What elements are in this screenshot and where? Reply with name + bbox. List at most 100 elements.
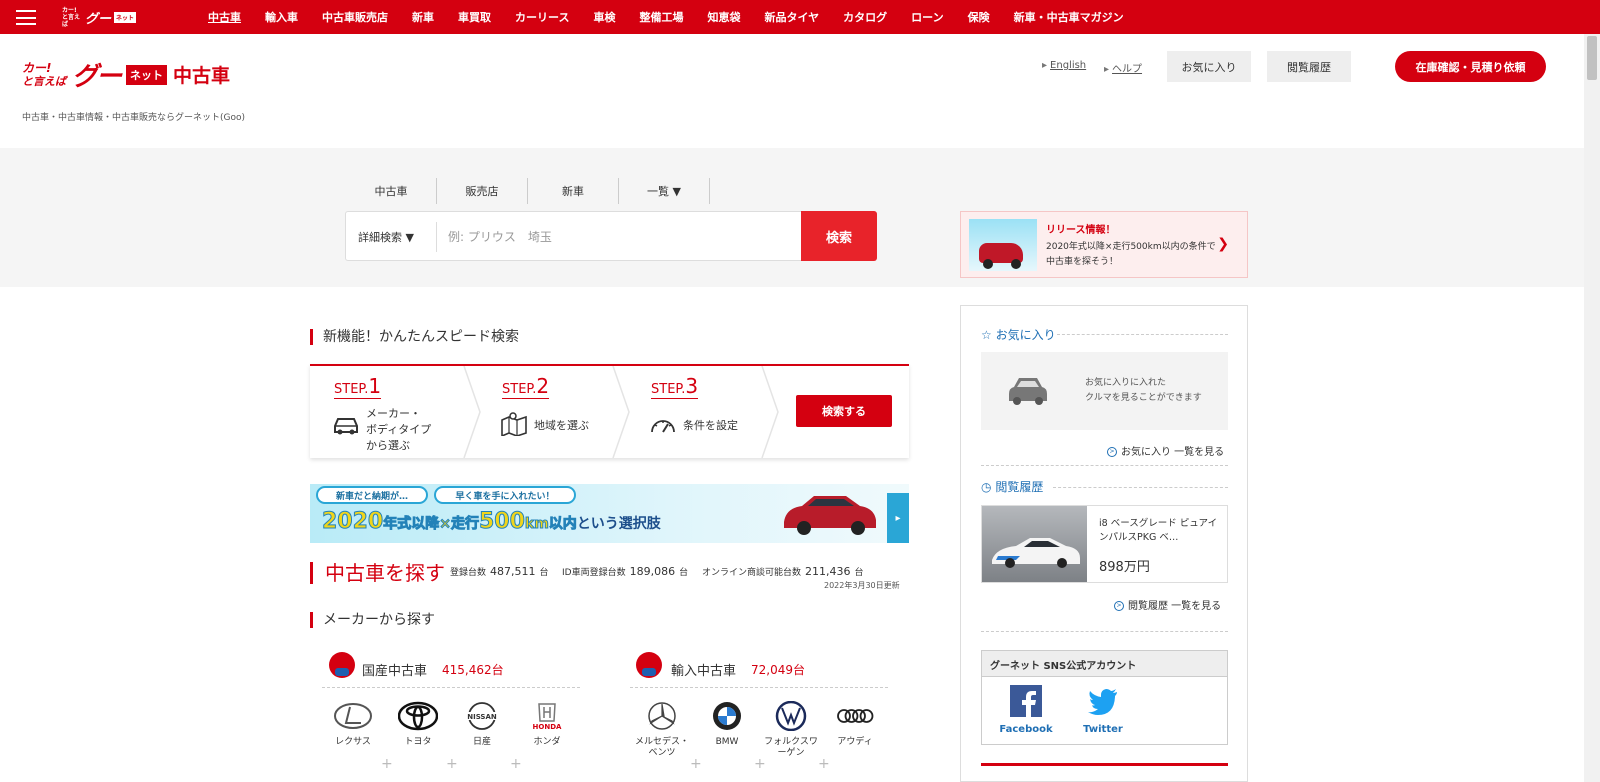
release-car-wheel-front [983,259,993,269]
scrollbar-thumb[interactable] [1587,36,1597,80]
mercedes-logo-icon [648,702,676,730]
step-2-text: 地域を選ぶ [534,419,589,432]
detail-search-dropdown[interactable]: 詳細検索 ▼ [358,229,414,245]
nav-link-import[interactable]: 輸入車 [265,9,298,25]
sns-accounts-box: グーネット SNS公式アカウント Facebook Twitter [981,650,1228,745]
facebook-label: Facebook [999,724,1053,735]
history-button[interactable]: 閲覧履歴 [1267,51,1351,82]
twitter-link[interactable]: Twitter [1073,685,1133,735]
sidebar-divider [981,465,1228,466]
domestic-title[interactable]: 国産中古車 [362,660,427,679]
tab-dealers[interactable]: 販売店 [437,178,528,204]
brand-lexus[interactable]: レクサス [323,701,383,748]
history-item-name: i8 ベースグレード ピュアインパルスPKG ベ… [1099,518,1218,543]
logo-goo: グー [72,62,122,92]
map-icon [501,412,527,436]
brand-audi-name: アウディ [837,737,873,747]
nav-link-used-car[interactable]: 中古車 [208,9,241,25]
search-input[interactable] [448,224,788,250]
tab-list-dropdown[interactable]: 一覧 ▼ [619,178,710,204]
brand-toyota[interactable]: トヨタ [388,701,448,748]
toyota-logo-icon [398,701,438,731]
speed-search-button[interactable]: 検索する [796,395,892,427]
fav-msg-line-1: お気に入りに入れた [1085,378,1167,388]
nav-link-garage[interactable]: 整備工場 [639,9,683,25]
nav-link-new-car[interactable]: 新車 [412,9,434,25]
honda-logo-icon: HONDA [533,703,562,731]
banner-arrow-icon: ▸ [887,493,909,543]
import-title[interactable]: 輸入中古車 [671,660,736,679]
nav-link-inspection[interactable]: 車検 [593,9,615,25]
sidebar-history-heading[interactable]: ◷ 閲覧履歴 [981,478,1043,495]
favorites-more-link[interactable]: > お気に入り 一覧を見る [1107,443,1224,458]
nav-link-catalog[interactable]: カタログ [843,9,887,25]
chevron-right-circle-icon: > [1114,601,1124,611]
favorites-button[interactable]: お気に入り [1167,51,1251,82]
step-3-label: STEP.3 [651,374,699,399]
help-link[interactable]: ヘルプ [1104,60,1142,75]
nav-link-magazine[interactable]: 新車・中古車マガジン [1014,9,1124,25]
step-2-number: 2 [536,374,550,398]
step-2-word: STEP. [502,382,537,397]
brand-mercedes[interactable]: メルセデス・ベンツ [632,701,692,759]
tab-used-car[interactable]: 中古車 [346,178,437,204]
nav-link-lease[interactable]: カーリース [515,9,569,25]
banner-text-3: という選択肢 [576,516,661,532]
mascot-icon [329,652,355,678]
brand-honda-name: ホンダ [533,737,561,747]
nav-logo-net: ネット [114,11,137,23]
brand-bmw[interactable]: BMW [697,701,757,748]
speedometer-icon [651,420,675,433]
brand-audi[interactable]: アウディ [825,701,885,748]
plus-icon: + [446,756,458,772]
car-icon [334,418,358,435]
nav-link-dealers[interactable]: 中古車販売店 [322,9,388,25]
release-info-banner[interactable]: リリース情報！ 2020年式以降×走行500km以内の条件で中古車を探そう！ ❯ [960,211,1248,278]
domestic-count: 415,462台 [442,663,504,677]
step-3-text: 条件を設定 [683,419,738,432]
nav-link-tires[interactable]: 新品タイヤ [764,9,819,25]
search-button[interactable]: 検索 [801,211,877,261]
history-item-card[interactable]: i8 ベースグレード ピュアインパルスPKG ベ… 898万円 [981,505,1228,583]
sidebar-favorites-heading[interactable]: ☆ お気に入り [981,326,1056,343]
history-more-link[interactable]: > 閲覧履歴 一覧を見る [1114,597,1221,612]
step-1-text: メーカー・ ボディタイプ から選ぶ [366,406,431,454]
step-3[interactable]: STEP.3 条件を設定 [627,366,767,458]
banner-text-1: 年式以降×走行 [383,516,480,533]
tab-new-car[interactable]: 新車 [528,178,619,204]
stat-id-value: 189,086 [629,565,676,578]
logo-tagline-small: カー! と言えば [22,61,66,88]
chevron-right-icon: ❯ [1217,236,1229,252]
step-1[interactable]: STEP.1 メーカー・ ボディタイプ から選ぶ [310,366,465,458]
favorites-empty-box: お気に入りに入れた クルマを見ることができます [981,352,1228,430]
logo-small-2: と言えば [22,74,66,88]
banner-bubble-1: 新車だと納期が… [316,486,428,504]
stock-inquiry-button[interactable]: 在庫確認・見積り依頼 [1395,51,1546,82]
import-divider [630,687,888,688]
history-car-image [992,538,1080,568]
promo-banner[interactable]: 新車だと納期が… 早く車を手に入れたい！ 2020年式以降×走行500km以内と… [310,484,909,543]
banner-headline: 2020年式以降×走行500km以内という選択肢 [321,509,661,535]
nav-link-loan[interactable]: ローン [911,9,943,25]
sidebar-red-rule [981,763,1228,766]
nav-logo[interactable]: カー!と言えば グー ネット [62,6,137,28]
sidebar-history-title: 閲覧履歴 [995,480,1044,494]
hamburger-menu-icon[interactable] [16,10,36,25]
facebook-link[interactable]: Facebook [996,685,1056,735]
brand-nissan[interactable]: NISSAN 日産 [452,701,512,748]
used-car-search-title: 中古車を探す [310,562,445,584]
nav-link-qa[interactable]: 知恵袋 [707,9,740,25]
banner-mileage: 500 [478,509,525,535]
brand-honda[interactable]: HONDA ホンダ [517,701,577,748]
step-2[interactable]: STEP.2 地域を選ぶ [478,366,618,458]
site-logo[interactable]: カー! と言えば グー ネット 中古車 [22,56,230,93]
bmw-logo-icon [713,702,741,730]
brand-vw[interactable]: フォルクスワーゲン [761,701,821,759]
english-link[interactable]: English [1042,60,1086,71]
sidebar: ☆ お気に入り お気に入りに入れた クルマを見ることができます > お気に入り 一… [960,305,1248,782]
page-scrollbar[interactable] [1584,34,1600,782]
nav-link-insurance[interactable]: 保険 [968,9,990,25]
nav-logo-small: カー!と言えば [62,6,81,28]
logo-used-car: 中古車 [173,65,231,87]
nav-link-buyback[interactable]: 車買取 [458,9,491,25]
